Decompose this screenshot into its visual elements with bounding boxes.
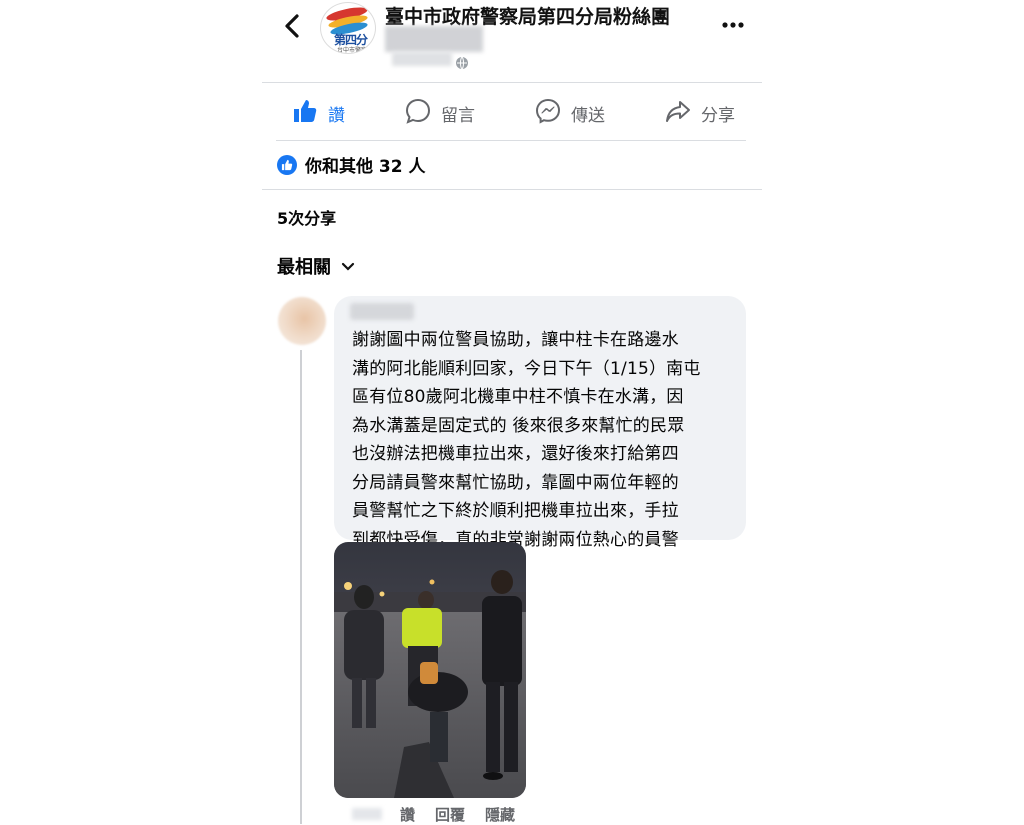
send-button[interactable]: 傳送 bbox=[535, 96, 605, 130]
back-arrow-icon[interactable] bbox=[280, 12, 306, 40]
sort-label: 最相關 bbox=[277, 257, 331, 278]
commenter-avatar[interactable] bbox=[278, 297, 326, 345]
share-arrow-icon bbox=[665, 98, 691, 129]
page-name[interactable]: 臺中市政府警察局第四分局粉絲團 bbox=[385, 2, 670, 29]
send-label: 傳送 bbox=[571, 105, 605, 126]
more-options-icon[interactable] bbox=[720, 14, 746, 36]
comment-label: 留言 bbox=[441, 105, 475, 126]
globe-icon bbox=[455, 55, 469, 70]
like-label: 讚 bbox=[328, 105, 345, 126]
messenger-icon bbox=[535, 98, 561, 129]
share-count[interactable]: 5次分享 bbox=[277, 205, 336, 229]
divider bbox=[276, 140, 746, 141]
divider bbox=[262, 189, 762, 190]
blurred-timestamp bbox=[392, 52, 452, 66]
reaction-summary[interactable]: 你和其他 32 人 bbox=[277, 152, 426, 177]
share-label: 分享 bbox=[701, 105, 735, 126]
comment-bubble-icon bbox=[405, 98, 431, 129]
like-reaction-icon bbox=[277, 154, 297, 175]
divider bbox=[262, 82, 762, 83]
chevron-down-icon bbox=[341, 256, 355, 277]
comment-hide-button[interactable]: 隱藏 bbox=[485, 804, 515, 825]
like-button[interactable]: 讚 bbox=[292, 96, 345, 130]
comment-sort-dropdown[interactable]: 最相關 bbox=[277, 253, 355, 279]
blurred-commenter-name[interactable] bbox=[350, 303, 414, 320]
blurred-author-info bbox=[385, 26, 483, 52]
comment-button[interactable]: 留言 bbox=[405, 96, 475, 130]
reaction-summary-text: 你和其他 32 人 bbox=[305, 157, 426, 177]
page-avatar[interactable]: 第四分 台中市警察局 bbox=[320, 2, 376, 54]
blurred-comment-time bbox=[352, 808, 382, 820]
reply-thread-line bbox=[300, 350, 302, 824]
comment-text: 謝謝圖中兩位警員協助，讓中柱卡在路邊水 溝的阿北能順利回家，今日下午（1/15）… bbox=[352, 330, 701, 550]
share-button[interactable]: 分享 bbox=[665, 96, 735, 130]
comment-photo[interactable] bbox=[334, 542, 526, 798]
comment-reply-button[interactable]: 回覆 bbox=[435, 804, 465, 825]
logo-subtext: 台中市警察局 bbox=[337, 47, 374, 54]
thumbs-up-icon bbox=[292, 98, 318, 129]
comment-actions: 讚 回覆 隱藏 bbox=[400, 804, 515, 825]
comment-like-button[interactable]: 讚 bbox=[400, 804, 415, 825]
